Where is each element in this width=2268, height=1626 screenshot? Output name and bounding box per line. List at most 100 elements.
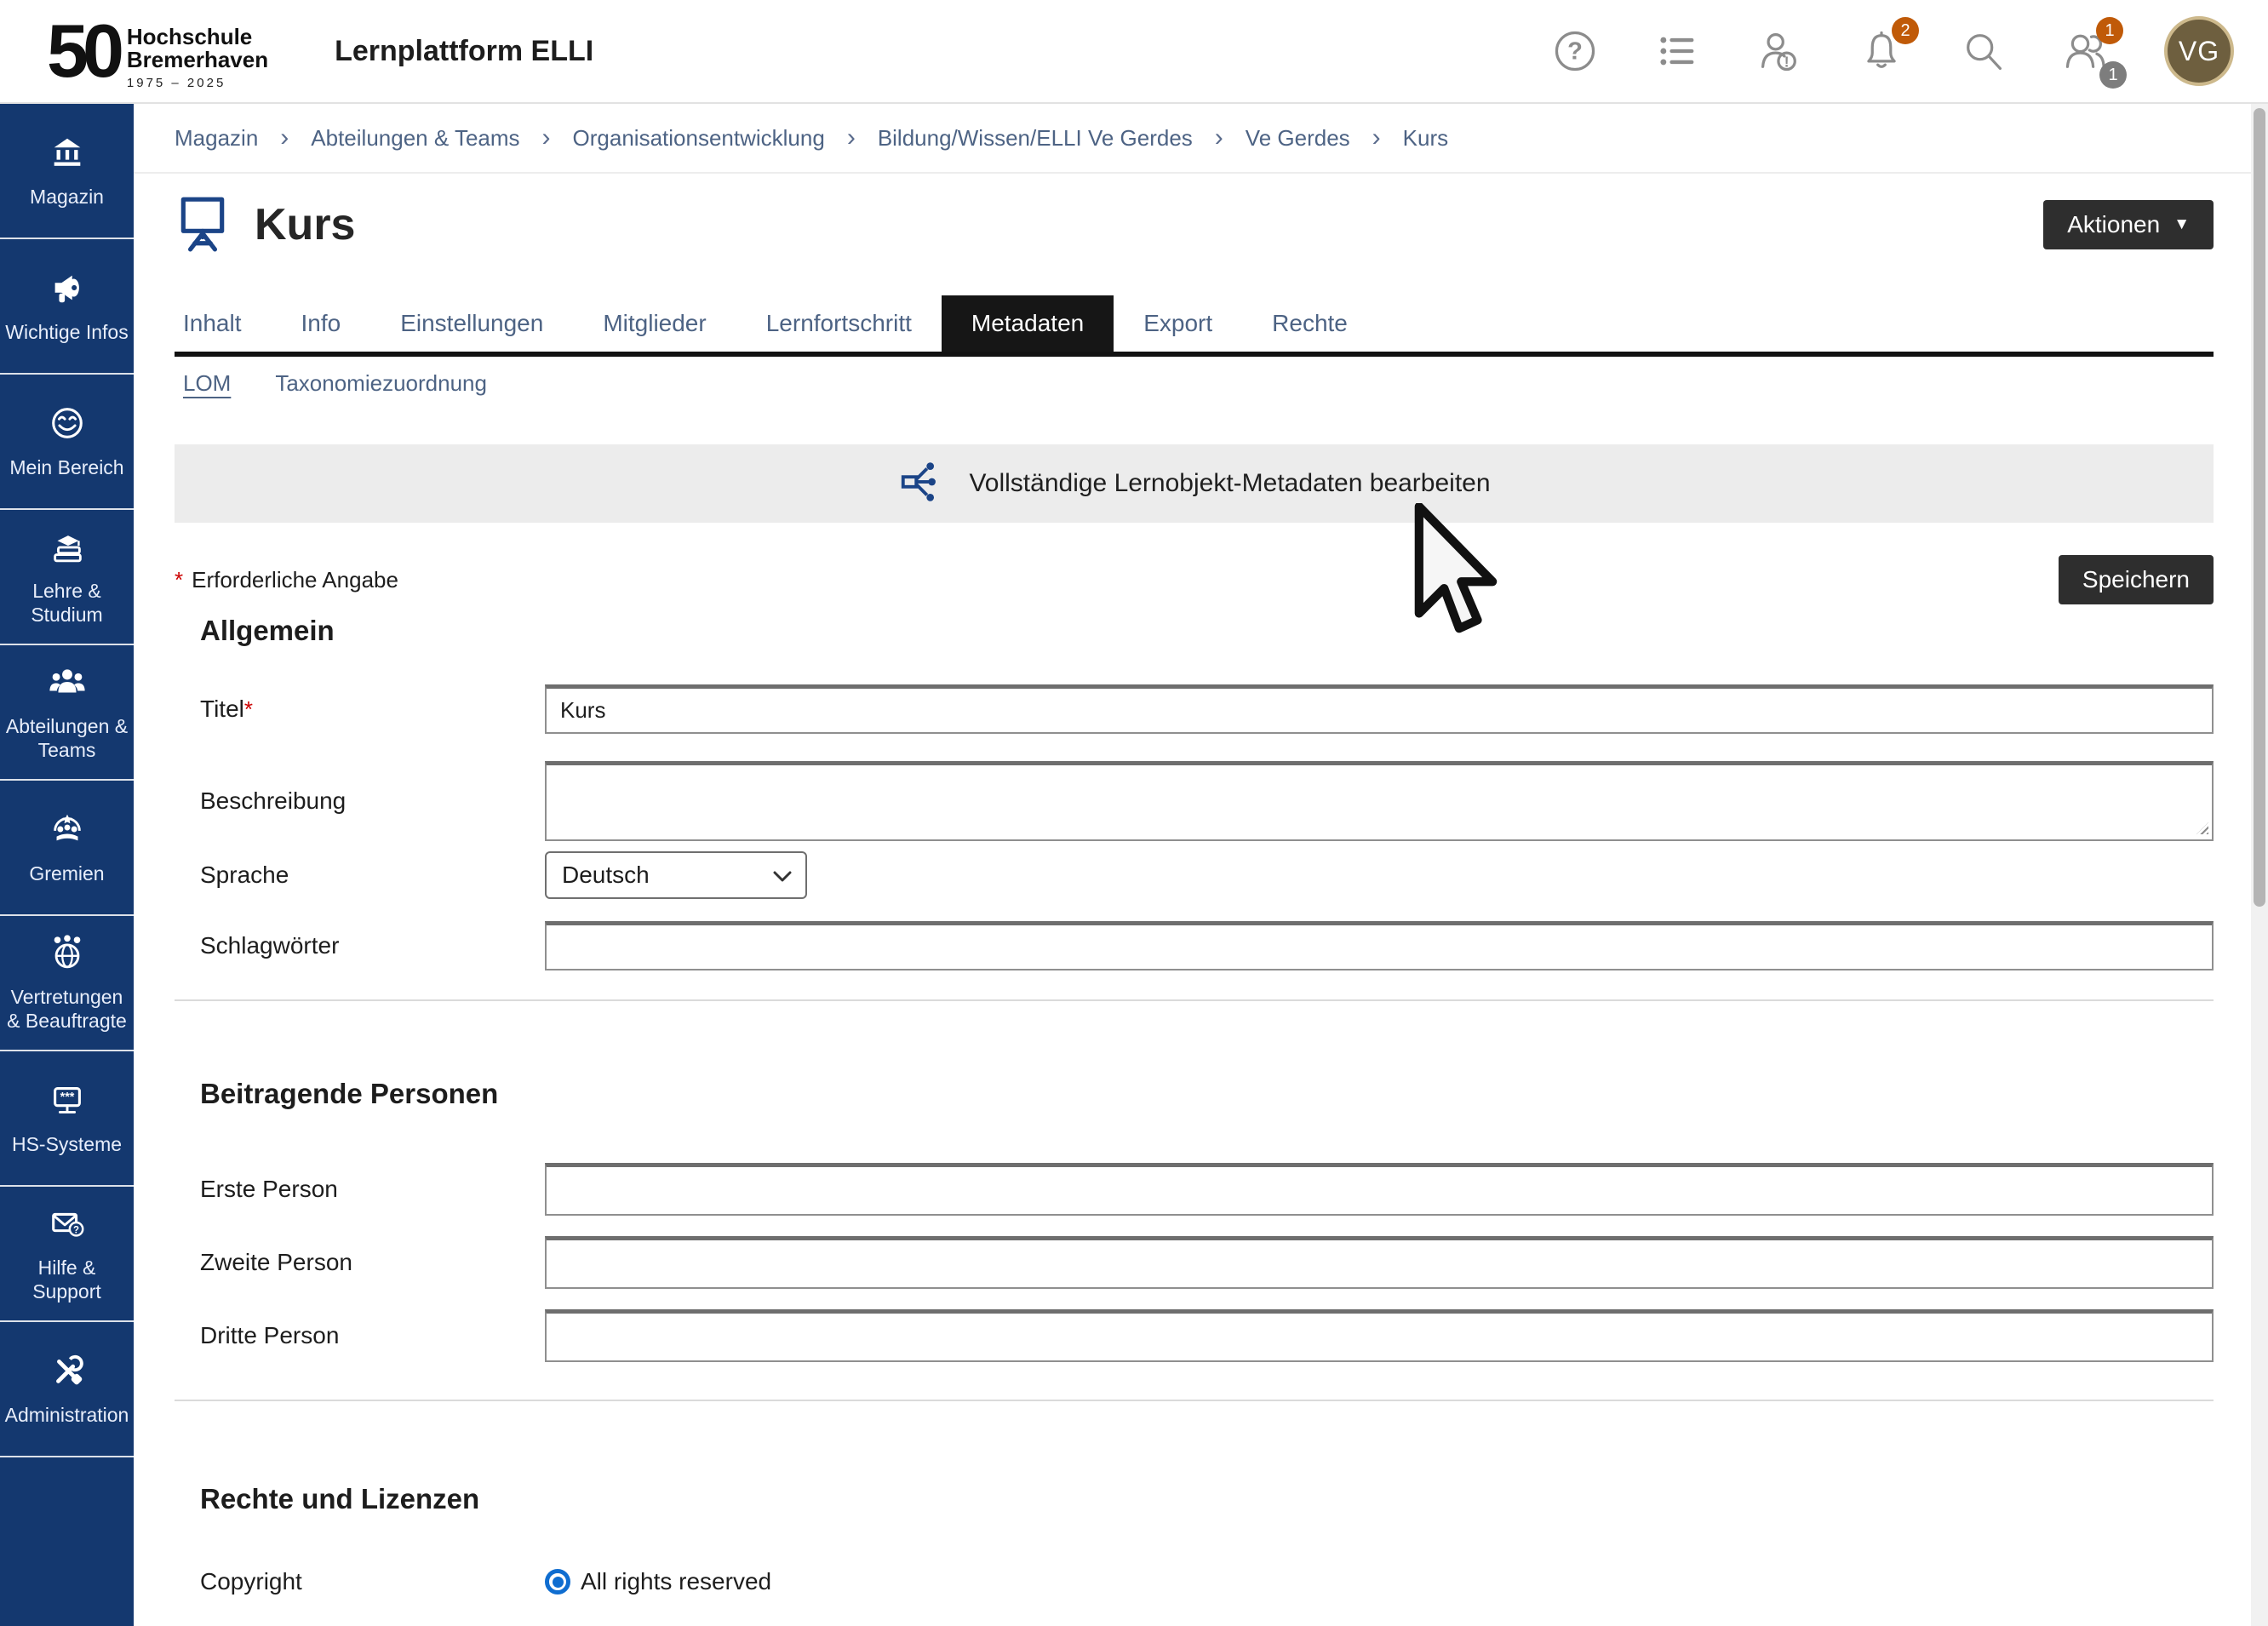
subtab-taxonomiezuordnung[interactable]: Taxonomiezuordnung — [275, 370, 487, 397]
logo-line-1: Hochschule — [127, 26, 268, 49]
university-logo: 50 Hochschule Bremerhaven 1975 – 2025 — [47, 12, 268, 91]
notifications-bell-icon[interactable]: 2 — [1858, 27, 1905, 75]
breadcrumb-item[interactable]: Magazin — [175, 125, 258, 152]
people-group-icon — [48, 662, 87, 706]
app-title: Lernplattform ELLI — [335, 35, 593, 68]
sidebar-item-lehre-studium[interactable]: Lehre & Studium — [0, 510, 134, 645]
field-row-zweite-person: Zweite Person — [175, 1236, 2214, 1289]
chevron-right-icon: › — [542, 123, 551, 152]
dritte-person-label: Dritte Person — [175, 1322, 545, 1349]
tab-mitglieder[interactable]: Mitglieder — [573, 295, 736, 352]
user-avatar[interactable]: VG — [2164, 16, 2234, 86]
header-icon-bar: ? ! — [1551, 16, 2234, 86]
svg-text:?: ? — [73, 1225, 79, 1235]
sidebar-item-mein-bereich[interactable]: Mein Bereich — [0, 375, 134, 510]
tab-info[interactable]: Info — [272, 295, 371, 352]
tab-metadaten[interactable]: Metadaten — [942, 295, 1114, 352]
breadcrumb-item[interactable]: Kurs — [1403, 125, 1448, 152]
beschreibung-label: Beschreibung — [175, 787, 545, 815]
zweite-person-input[interactable] — [545, 1236, 2214, 1289]
breadcrumb-item[interactable]: Organisationsentwicklung — [573, 125, 825, 152]
field-row-beschreibung: Beschreibung — [175, 761, 2214, 841]
sidebar-item-label: HS-Systeme — [12, 1132, 122, 1156]
logo-50: 50 — [47, 17, 118, 84]
megaphone-icon — [48, 268, 87, 312]
sidebar-item-vertretungen[interactable]: Vertretungen & Beauftragte — [0, 916, 134, 1051]
app-window: 50 Hochschule Bremerhaven 1975 – 2025 Le… — [0, 0, 2268, 1626]
contacts-badge-total: 1 — [2099, 61, 2127, 89]
chevron-right-icon: › — [1372, 123, 1381, 152]
save-button[interactable]: Speichern — [2059, 555, 2214, 604]
tab-einstellungen[interactable]: Einstellungen — [370, 295, 573, 352]
sidebar-item-administration[interactable]: Administration — [0, 1322, 134, 1457]
sidebar-item-abteilungen-teams[interactable]: Abteilungen & Teams — [0, 645, 134, 781]
breadcrumb-item[interactable]: Ve Gerdes — [1246, 125, 1350, 152]
sidebar-item-label: Gremien — [29, 862, 104, 885]
page-title: Kurs — [255, 199, 355, 250]
page-head: Kurs Aktionen ▼ — [175, 192, 2214, 256]
titel-input[interactable] — [545, 684, 2214, 734]
beschreibung-textarea[interactable] — [545, 761, 2214, 841]
sprache-selected-value: Deutsch — [562, 862, 650, 889]
sidebar-item-hs-systeme[interactable]: *** HS-Systeme — [0, 1051, 134, 1187]
tab-inhalt[interactable]: Inhalt — [175, 295, 272, 352]
sidebar-item-wichtige-infos[interactable]: Wichtige Infos — [0, 239, 134, 375]
tab-export[interactable]: Export — [1114, 295, 1242, 352]
smiley-icon — [48, 404, 87, 447]
actions-button-label: Aktionen — [2067, 211, 2160, 238]
breadcrumb-item[interactable]: Bildung/Wissen/ELLI Ve Gerdes — [878, 125, 1193, 152]
field-row-erste-person: Erste Person — [175, 1163, 2214, 1216]
contacts-icon[interactable]: 1 1 — [2062, 27, 2110, 75]
sidebar-item-label: Lehre & Studium — [4, 579, 129, 627]
help-icon[interactable]: ? — [1551, 27, 1599, 75]
share-hub-icon — [897, 457, 947, 511]
sidebar-item-label: Mein Bereich — [9, 455, 123, 479]
copyright-label: Copyright — [175, 1568, 545, 1595]
tools-icon — [48, 1351, 87, 1394]
vertical-scrollbar[interactable] — [2251, 104, 2268, 1626]
copyright-radio-selected[interactable] — [545, 1569, 570, 1595]
scrollbar-thumb[interactable] — [2254, 108, 2265, 907]
subtab-lom[interactable]: LOM — [183, 370, 231, 397]
required-asterisk: * — [175, 567, 183, 593]
field-row-sprache: Sprache Deutsch — [175, 851, 2214, 899]
monitor-icon: *** — [48, 1080, 87, 1124]
tab-rechte[interactable]: Rechte — [1242, 295, 1377, 352]
section-title-beitragende: Beitragende Personen — [200, 1078, 2214, 1110]
zweite-person-label: Zweite Person — [175, 1249, 545, 1276]
sidebar-item-gremien[interactable]: Gremien — [0, 781, 134, 916]
sidebar-item-label: Hilfe & Support — [4, 1256, 129, 1303]
titel-label: Titel* — [175, 696, 545, 723]
books-grad-icon — [48, 527, 87, 570]
logo-years: 1975 – 2025 — [127, 76, 268, 90]
schlagwoerter-label: Schlagwörter — [175, 932, 545, 959]
copyright-option: All rights reserved — [545, 1568, 2214, 1595]
schlagwoerter-input[interactable] — [545, 921, 2214, 970]
sidebar-item-label: Wichtige Infos — [5, 320, 128, 344]
contacts-badge-new: 1 — [2096, 17, 2123, 44]
sidebar-item-label: Administration — [5, 1403, 129, 1427]
who-is-online-icon[interactable]: ! — [1755, 27, 1803, 75]
section-divider — [175, 1400, 2214, 1401]
list-view-icon[interactable] — [1653, 27, 1701, 75]
actions-button[interactable]: Aktionen ▼ — [2043, 200, 2214, 249]
search-icon[interactable] — [1960, 27, 2007, 75]
erste-person-input[interactable] — [545, 1163, 2214, 1216]
field-row-copyright: Copyright All rights reserved — [175, 1568, 2214, 1595]
tab-bar: Inhalt Info Einstellungen Mitglieder Ler… — [175, 295, 2214, 357]
svg-text:***: *** — [60, 1091, 74, 1104]
banner-label: Vollständige Lernobjekt-Metadaten bearbe… — [969, 469, 1490, 498]
logo-line-2: Bremerhaven — [127, 49, 268, 72]
sidebar-item-hilfe-support[interactable]: ? Hilfe & Support — [0, 1187, 134, 1322]
sprache-select[interactable]: Deutsch — [545, 851, 807, 899]
sprache-label: Sprache — [175, 862, 545, 889]
main-content: Kurs Aktionen ▼ Inhalt Info Einstellunge… — [134, 174, 2251, 1626]
bank-icon — [48, 133, 87, 176]
sidebar-item-magazin[interactable]: Magazin — [0, 104, 134, 239]
mail-question-icon: ? — [48, 1204, 87, 1247]
edit-full-metadata-banner[interactable]: Vollständige Lernobjekt-Metadaten bearbe… — [175, 444, 2214, 523]
tab-lernfortschritt[interactable]: Lernfortschritt — [736, 295, 942, 352]
dritte-person-input[interactable] — [545, 1309, 2214, 1362]
breadcrumb-item[interactable]: Abteilungen & Teams — [311, 125, 519, 152]
breadcrumb: Magazin › Abteilungen & Teams › Organisa… — [134, 104, 2251, 174]
